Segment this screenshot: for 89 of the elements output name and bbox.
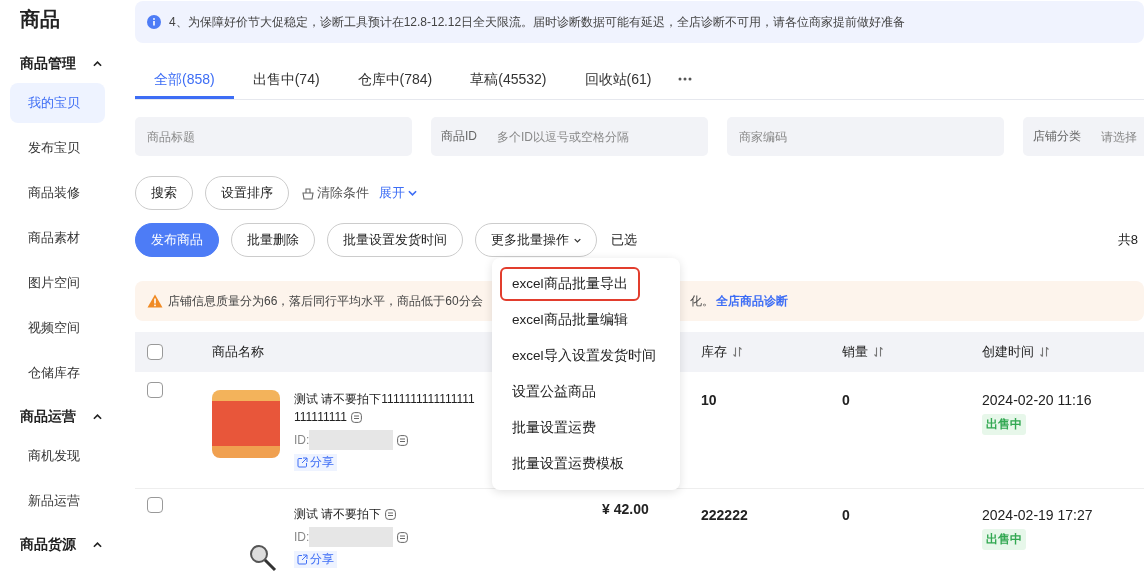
sidebar-item[interactable]: 商品素材 [10,218,105,258]
product-id-label: ID: [294,530,310,544]
batch-dropdown-button[interactable]: 更多批量操作 [475,223,597,257]
caret-icon[interactable] [93,61,102,67]
menu-item[interactable]: excel导入设置发货时间 [502,338,666,374]
sidebar-item[interactable]: 视频空间 [10,308,105,348]
chevron-down-icon[interactable] [574,237,581,243]
sort-icon[interactable] [874,347,883,357]
column-header: 商品名称 [212,344,264,359]
photo-placeholder [212,390,280,458]
share-icon[interactable] [297,554,308,565]
filter-input[interactable]: 商家编码 [737,128,994,145]
filter-input[interactable]: 商品标题 [145,128,402,145]
checkbox[interactable] [147,497,163,513]
copy-icon[interactable] [397,531,409,543]
sidebar-group[interactable]: 商品货源 [20,536,76,554]
clear-icon[interactable] [301,186,315,200]
sidebar-item[interactable]: 仓储库存 [10,353,105,393]
expand-link[interactable]: 展开 [379,184,417,202]
filter-field[interactable]: 店铺分类 请选择 [1023,117,1144,156]
sort-icon[interactable] [1040,347,1049,357]
filter-input[interactable]: 请选择 [1099,128,1144,145]
checkbox[interactable] [147,344,163,360]
status-tag: 出售中 [982,529,1026,550]
menu-item[interactable]: excel商品批量导出 [502,269,638,299]
product-title[interactable]: 测试 请不要拍下 [294,505,382,523]
menu-item[interactable]: 设置公益商品 [502,374,606,410]
tab[interactable]: 全部(858) [135,59,234,99]
chevron-down-icon[interactable] [408,190,417,196]
price-cell: ¥ 42.00 [602,501,649,517]
caret-icon[interactable] [93,542,102,548]
info-icon [147,15,161,29]
caret-icon[interactable] [93,414,102,420]
copy-icon[interactable] [385,508,397,520]
column-header: 创建时间 [982,343,1034,361]
filter-input[interactable]: 多个ID以逗号或空格分隔 [495,128,698,145]
sales-cell-text: 0 [842,506,850,525]
sidebar-item[interactable]: 商机发现 [10,436,105,476]
share-link[interactable]: 分享 [294,454,337,471]
total-count: 共8 [1117,231,1138,249]
product-id-label: ID: [294,433,310,447]
sidebar-item[interactable]: 图片空间 [10,263,105,303]
filter-field[interactable]: 商品标题 [135,117,412,156]
stock-cell-text: 222222 [701,506,748,525]
column-header: 库存 [701,343,727,361]
status-tag: 出售中 [982,414,1026,435]
sidebar-group[interactable]: 商品管理 [20,55,76,73]
warning-text: 店铺信息质量分为66，落后同行平均水平，商品低于60分会 [168,292,484,310]
product-title[interactable]: 测试 请不要拍下1111111111111111 [294,390,475,408]
share-icon[interactable] [297,457,308,468]
menu-item[interactable]: 批量设置运费 [502,410,606,446]
copy-icon[interactable] [350,411,362,423]
menu-item[interactable]: 批量设置运费模板 [502,446,634,482]
magnifier-icon [248,543,278,573]
sidebar-item[interactable]: 我的宝贝 [10,83,105,123]
menu-item[interactable]: excel商品批量编辑 [502,302,638,338]
batch-button[interactable]: 批量删除 [231,223,315,257]
product-title[interactable]: 111111111 [294,410,347,424]
filter-button[interactable]: 设置排序 [205,176,289,210]
share-link[interactable]: 分享 [294,551,337,568]
sidebar-group[interactable]: 商品运营 [20,408,76,426]
created-time: 2024-02-19 17:27 [982,506,1093,525]
tab[interactable]: 出售中(74) [233,59,339,99]
sidebar-item[interactable]: 商品装修 [10,173,105,213]
filter-field[interactable]: 商品ID 多个ID以逗号或空格分隔 [431,117,708,156]
tab[interactable]: 回收站(61) [565,59,671,99]
sort-icon[interactable] [733,347,742,357]
sales-cell-text: 0 [842,391,850,410]
diagnosis-link[interactable]: 全店商品诊断 [716,292,788,310]
batch-button[interactable]: 批量设置发货时间 [327,223,463,257]
column-header: 销量 [842,343,868,361]
page-title: 商品 [19,7,61,32]
publish-button[interactable]: 发布商品 [135,223,219,257]
filter-button[interactable]: 搜索 [135,176,193,210]
created-time: 2024-02-20 11:16 [982,391,1092,410]
more-icon[interactable] [678,77,693,81]
tab[interactable]: 草稿(45532) [451,59,566,99]
filter-field[interactable]: 商家编码 [727,117,1004,156]
selected-label: 已选 [611,231,637,249]
notice-text: 4、为保障好价节大促稳定，诊断工具预计在12.8-12.12日全天限流。届时诊断数据可能有延迟，全店诊断不可用，请各位商家提前做好准备 [169,13,906,31]
warning-text: 化。 [690,292,714,310]
warning-icon [147,294,163,308]
clear-conditions-link[interactable]: 清除条件 [301,184,369,202]
sidebar-item[interactable]: 发布宝贝 [10,128,105,168]
checkbox[interactable] [147,382,163,398]
tab[interactable]: 仓库中(784) [338,59,452,99]
stock-cell-text: 10 [701,391,717,410]
sidebar-item[interactable]: 新品运营 [10,481,105,521]
copy-icon[interactable] [397,434,409,446]
